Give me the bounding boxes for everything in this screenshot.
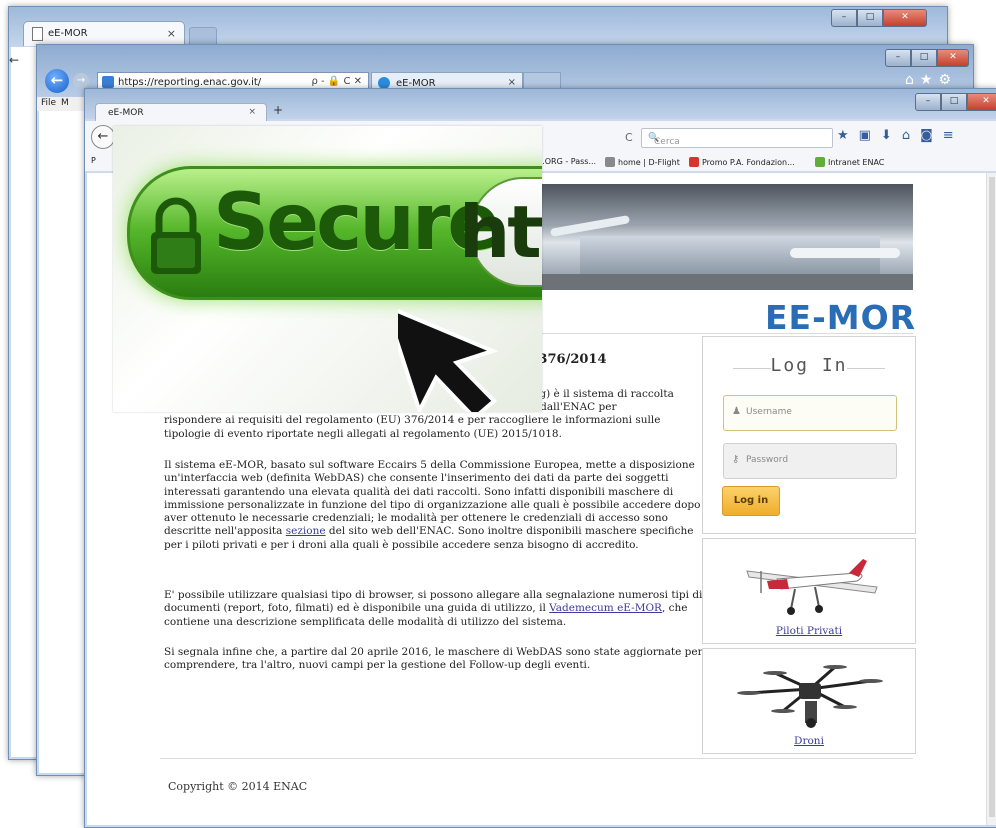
menu-file[interactable]: File xyxy=(41,98,56,108)
search-placeholder: 🔍 Cerca xyxy=(648,133,680,147)
private-pilots-link[interactable]: Piloti Privati xyxy=(703,625,915,637)
paragraph-line: rispondere ai requisiti del regolamento … xyxy=(164,414,661,426)
password-field[interactable]: ⚷ Password xyxy=(723,443,897,479)
close-tab-icon[interactable]: × xyxy=(248,107,256,117)
airplane-icon xyxy=(746,559,878,615)
window-controls: – □ ✕ xyxy=(831,9,927,27)
password-placeholder: Password xyxy=(746,455,789,465)
paragraph-line: tipologie di evento riportate negli alle… xyxy=(164,428,562,440)
banner-sky xyxy=(540,184,913,224)
copyright: Copyright © 2014 ENAC xyxy=(168,780,308,793)
username-placeholder: Username xyxy=(746,407,792,417)
new-tab-icon[interactable]: + xyxy=(273,103,283,117)
reload-icon[interactable]: C xyxy=(625,131,633,144)
title-rule xyxy=(847,368,885,369)
drones-link[interactable]: Droni xyxy=(703,735,915,747)
private-pilots-card[interactable]: Piloti Privati xyxy=(702,538,916,644)
search-placeholder-text: Cerca xyxy=(654,137,680,147)
banner-plane xyxy=(790,248,900,258)
tab-title: eE-MOR xyxy=(48,28,88,39)
ie-icon xyxy=(102,76,114,88)
maximize-button[interactable]: □ xyxy=(911,49,937,67)
window-controls: – □ ✕ xyxy=(885,49,969,67)
paragraph-fragment: rting) è il sistema di raccolta xyxy=(520,388,674,400)
https-text: https xyxy=(459,190,542,274)
tab-title: eE-MOR xyxy=(108,108,144,118)
page-icon xyxy=(32,27,43,41)
bookmark-label: Intranet ENAC xyxy=(828,158,885,167)
tab-strip: eE-MOR × + xyxy=(85,89,996,122)
minimize-button[interactable]: – xyxy=(915,93,941,111)
new-tab-button[interactable] xyxy=(189,27,217,45)
menu-edit[interactable]: M xyxy=(61,98,69,108)
login-button[interactable]: Log in xyxy=(722,486,780,516)
banner-tarmac xyxy=(540,274,913,290)
bookmark-label: home | D-Flight xyxy=(618,158,680,167)
tab-eemor[interactable]: eE-MOR × xyxy=(95,103,267,122)
toolbar-icons[interactable]: ★▣⬇⌂◙≡ xyxy=(837,128,964,143)
paragraph-4: Si segnala infine che, a partire dal 20 … xyxy=(164,646,703,672)
paragraph-3: E' possibile utilizzare qualsiasi tipo d… xyxy=(164,589,704,629)
airport-banner-image xyxy=(540,184,913,290)
window-controls: – □ ✕ xyxy=(915,93,996,111)
url-text: https://reporting.enac.gov.it/ xyxy=(118,77,262,88)
secure-text: Secure xyxy=(213,178,500,268)
home-star-gear-icons[interactable]: ⌂★⚙ xyxy=(905,72,957,88)
close-button[interactable]: ✕ xyxy=(967,93,996,111)
login-title: Log In xyxy=(770,355,848,376)
maximize-button[interactable]: □ xyxy=(857,9,883,27)
close-button[interactable]: ✕ xyxy=(883,9,927,27)
secure-https-illustration: Secure https xyxy=(113,126,542,412)
intranet-icon xyxy=(815,157,825,167)
brand-logo: EE-MOR xyxy=(765,298,917,337)
bookmark-label: Promo P.A. Fondazion... xyxy=(702,158,795,167)
tab-strip: eE-MOR × xyxy=(9,7,947,47)
paragraph-2: Il sistema eE-MOR, basato sul software E… xyxy=(164,459,704,552)
bookmark-first[interactable]: P xyxy=(91,156,96,165)
footer-divider xyxy=(160,758,913,759)
back-button[interactable]: ← xyxy=(45,69,69,93)
username-field[interactable]: ♟ Username xyxy=(723,395,897,431)
bookmark-item[interactable]: Promo P.A. Fondazion... xyxy=(689,157,795,167)
mouse-cursor-icon xyxy=(398,302,499,412)
minimize-button[interactable]: – xyxy=(885,49,911,67)
vertical-scrollbar[interactable] xyxy=(986,173,996,825)
sezione-link[interactable]: sezione xyxy=(286,525,326,537)
promo-icon xyxy=(689,157,699,167)
lock-icon xyxy=(151,197,201,274)
drones-card[interactable]: Droni xyxy=(702,648,916,754)
drone-icon xyxy=(737,665,883,728)
search-input[interactable]: 🔍 Cerca xyxy=(641,128,833,148)
user-icon: ♟ xyxy=(732,406,741,417)
vademecum-link[interactable]: Vademecum eE-MOR xyxy=(549,602,662,614)
address-tools[interactable]: ρ - 🔒 C ✕ xyxy=(312,76,362,87)
minimize-button[interactable]: – xyxy=(831,9,857,27)
back-button[interactable]: ← xyxy=(91,125,115,149)
tab-eemor[interactable]: eE-MOR × xyxy=(23,21,185,46)
close-tab-icon[interactable]: × xyxy=(508,77,516,88)
bookmark-item[interactable]: home | D-Flight xyxy=(605,157,680,167)
key-icon: ⚷ xyxy=(732,454,740,465)
bookmark-item[interactable]: Intranet ENAC xyxy=(815,157,884,167)
back-arrow-icon[interactable]: ← xyxy=(9,53,19,67)
close-button[interactable]: ✕ xyxy=(937,49,969,67)
forward-button[interactable]: → xyxy=(73,73,89,89)
globe-icon xyxy=(605,157,615,167)
maximize-button[interactable]: □ xyxy=(941,93,967,111)
close-tab-icon[interactable]: × xyxy=(167,27,176,40)
scrollbar-thumb[interactable] xyxy=(989,177,995,817)
